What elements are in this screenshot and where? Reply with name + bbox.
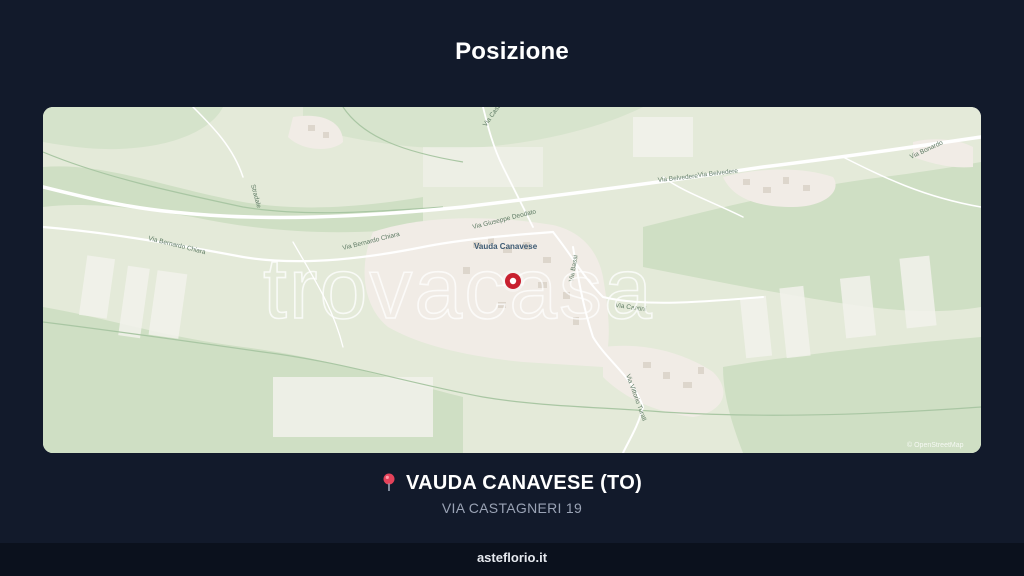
page-title: Posizione [455, 38, 569, 65]
location-town: VAUDA CANAVESE (TO) [405, 472, 643, 494]
location-marker-icon[interactable] [502, 270, 524, 292]
watermark: trovacasa [263, 241, 654, 337]
round-pushpin-icon [382, 473, 396, 497]
location-address: VIA CASTAGNERI 19 [441, 500, 583, 516]
map-canvas[interactable]: Via Belvedere Via Belvedere Via Bernardo… [43, 107, 981, 453]
footer: asteflorio.it [0, 543, 1024, 576]
map-attribution: © OpenStreetMap [907, 441, 964, 449]
location-map[interactable]: Via Belvedere Via Belvedere Via Bernardo… [43, 107, 981, 453]
footer-brand[interactable]: asteflorio.it [477, 550, 547, 565]
location-heading: VAUDA CANAVESE (TO) [0, 472, 1024, 497]
